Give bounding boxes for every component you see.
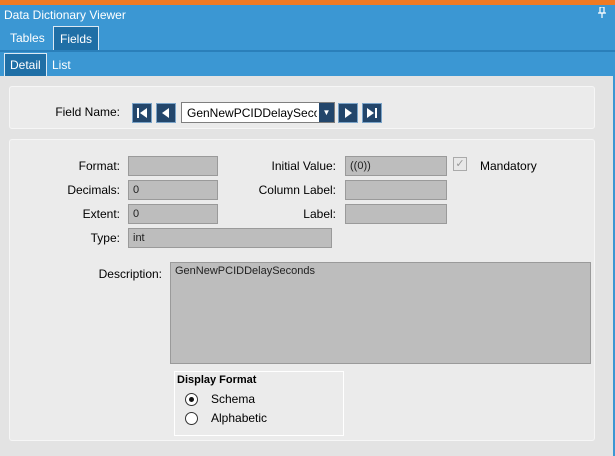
label-label: Label: (303, 207, 336, 221)
description-label: Description: (98, 267, 162, 281)
main-tab-bar: Tables Fields (0, 24, 615, 50)
extent-field: 0 (128, 204, 218, 224)
field-name-select[interactable]: GenNewPCIDDelaySeconds ▼ (181, 102, 335, 123)
format-field (128, 156, 218, 176)
window-title: Data Dictionary Viewer (4, 7, 126, 22)
initial-value-field: ((0)) (345, 156, 447, 176)
column-label-label: Column Label: (258, 183, 336, 197)
schema-radio[interactable] (185, 393, 198, 406)
column-label-field (345, 180, 447, 200)
radio-selected-dot (189, 397, 194, 402)
first-icon[interactable] (132, 103, 152, 123)
tab-tables[interactable]: Tables (4, 26, 51, 50)
field-detail-panel: Format: Decimals: 0 Extent: 0 Type: int … (9, 139, 595, 441)
content-area: Field Name: GenNewPCIDDelaySeconds ▼ For… (0, 76, 613, 456)
chevron-down-icon[interactable]: ▼ (319, 103, 334, 122)
next-icon[interactable] (338, 103, 358, 123)
field-name-value: GenNewPCIDDelaySeconds (187, 106, 317, 120)
mandatory-checkbox[interactable]: ✓ (453, 157, 467, 171)
alphabetic-radio[interactable] (185, 412, 198, 425)
description-field[interactable]: GenNewPCIDDelaySeconds (170, 262, 591, 364)
window-titlebar: Data Dictionary Viewer (0, 5, 615, 24)
decimals-field: 0 (128, 180, 218, 200)
display-format-group: Display Format Schema Alphabetic (174, 371, 344, 436)
extent-label: Extent: (82, 207, 120, 221)
alphabetic-label: Alphabetic (211, 411, 268, 425)
pin-icon[interactable] (597, 6, 607, 21)
tab-fields[interactable]: Fields (53, 26, 100, 50)
field-navigator-panel: Field Name: GenNewPCIDDelaySeconds ▼ (9, 86, 595, 129)
format-label: Format: (78, 159, 120, 173)
last-icon[interactable] (362, 103, 382, 123)
display-format-title: Display Format (177, 374, 257, 386)
type-field: int (128, 228, 332, 248)
initial-value-label: Initial Value: (271, 159, 336, 173)
sub-tab-bar: Detail List (0, 52, 615, 76)
field-name-label: Field Name: (55, 105, 120, 119)
mandatory-label: Mandatory (480, 159, 537, 173)
label-field (345, 204, 447, 224)
type-label: Type: (90, 231, 120, 245)
tab-detail[interactable]: Detail (4, 53, 47, 76)
prev-icon[interactable] (156, 103, 176, 123)
schema-label: Schema (211, 392, 256, 406)
tab-list[interactable]: List (47, 53, 76, 76)
decimals-label: Decimals: (67, 183, 120, 197)
